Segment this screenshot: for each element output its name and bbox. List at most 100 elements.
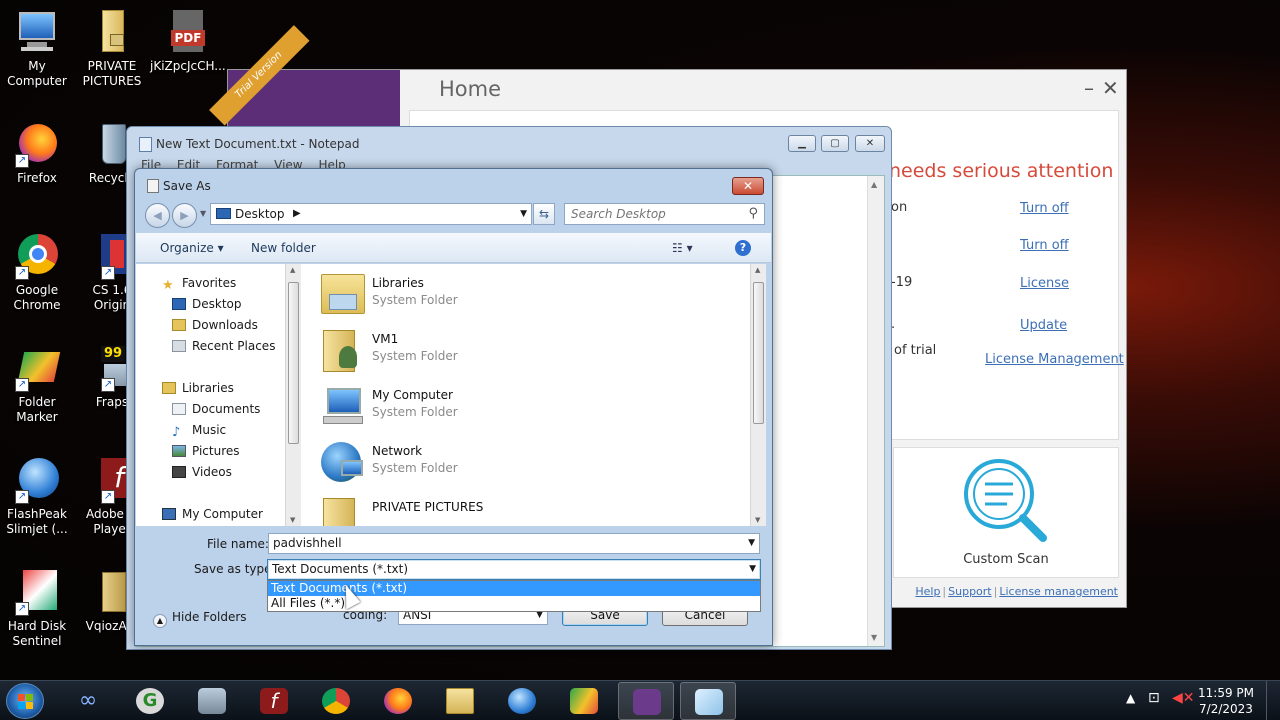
notepad-minimize-button[interactable]: ▁ [788, 135, 816, 152]
file-name-dropdown-icon[interactable]: ▼ [748, 534, 755, 553]
nav-desktop[interactable]: Desktop [172, 297, 242, 311]
nav-music-label: Music [192, 423, 227, 437]
navigation-scrollbar[interactable]: ▲ ▼ [285, 264, 301, 526]
nav-documents[interactable]: Documents [172, 402, 260, 416]
file-list-scrollbar[interactable]: ▲ ▼ [750, 264, 766, 526]
taskbar-app-fraps[interactable] [184, 682, 240, 720]
scan-magnifier-icon [964, 459, 1047, 542]
turn-off-link-1[interactable]: Turn off [1020, 201, 1069, 216]
refresh-button[interactable]: ⇆ [533, 203, 555, 225]
breadcrumb-arrow-icon[interactable]: ▶ [293, 204, 301, 224]
custom-scan-label: Custom Scan [963, 552, 1049, 567]
nav-favorites[interactable]: ★ Favorites [162, 276, 237, 293]
taskbar-app-chrome[interactable] [308, 682, 364, 720]
taskbar-app-firefox[interactable] [370, 682, 426, 720]
list-item[interactable]: PRIVATE PICTURES [319, 492, 719, 526]
taskbar-app-folder-marker[interactable] [556, 682, 612, 720]
pictures-icon [172, 445, 186, 457]
minimize-button[interactable]: – [1084, 76, 1094, 100]
license-management-link[interactable]: License Management [985, 352, 1124, 367]
show-desktop-button[interactable] [1266, 681, 1280, 720]
organize-label: Organize [160, 241, 214, 255]
address-desktop[interactable]: Desktop [235, 207, 285, 221]
desktop-icon-slimjet[interactable]: ↗ FlashPeak Slimjet (... [0, 458, 74, 537]
save-as-type-select[interactable]: Text Documents (*.txt) ▼ [267, 559, 761, 580]
taskbar-app-antivirus[interactable] [618, 682, 674, 720]
taskbar-app-notepad[interactable] [680, 682, 736, 720]
file-name: VM1 [372, 332, 399, 346]
nav-libraries[interactable]: Libraries [162, 381, 234, 395]
nav-downloads[interactable]: Downloads [172, 318, 258, 332]
computer-icon [162, 508, 176, 520]
nav-videos[interactable]: Videos [172, 465, 232, 479]
network-tray-icon[interactable]: ⊡ [1148, 690, 1160, 706]
file-name-label: File name: [207, 537, 269, 551]
hdsentinel-icon: ↗ [13, 570, 61, 616]
show-hidden-icons-icon[interactable]: ▲ [1126, 691, 1135, 705]
license-link[interactable]: License [1020, 276, 1069, 291]
help-link[interactable]: Help [915, 585, 940, 598]
clock-date: 7/2/2023 [1199, 702, 1253, 716]
custom-scan-tile[interactable]: Custom Scan [893, 447, 1119, 578]
forward-button[interactable]: ▶ [172, 203, 197, 228]
new-folder-button[interactable]: New folder [251, 241, 316, 255]
address-dropdown-icon[interactable]: ▼ [520, 204, 527, 224]
desktop-icon-folder-marker[interactable]: ↗ Folder Marker [0, 346, 74, 425]
recent-locations-chevron-icon[interactable]: ▼ [200, 209, 206, 218]
nav-pictures[interactable]: Pictures [172, 444, 240, 458]
notepad-maximize-button[interactable]: ▢ [821, 135, 849, 152]
list-item[interactable]: Libraries System Folder [319, 268, 719, 320]
desktop-icon-label: Folder Marker [16, 395, 58, 424]
desktop-icon-my-computer[interactable]: My Computer [0, 10, 74, 89]
nav-favorites-label: Favorites [182, 276, 237, 290]
navigation-pane: ★ Favorites Desktop Downloads Recent Plac… [136, 264, 285, 526]
notepad-close-button[interactable]: ✕ [855, 135, 885, 152]
desktop-icon-private-pictures[interactable]: PRIVATE PICTURES [75, 10, 149, 89]
list-item[interactable]: My Computer System Folder [319, 380, 719, 432]
command-bar: Organize ▾ New folder ☷ ▾ ? [136, 233, 771, 263]
desktop-icon-label: Google Chrome [13, 283, 61, 312]
taskbar-app-explorer[interactable] [432, 682, 488, 720]
nav-music[interactable]: ♪ Music [172, 423, 227, 440]
desktop-icon-firefox[interactable]: ↗ Firefox [0, 122, 74, 186]
pdf-icon: PDF [163, 10, 211, 56]
start-button[interactable] [6, 683, 44, 719]
taskbar-app-flash[interactable]: f [246, 682, 302, 720]
hide-folders-label: Hide Folders [172, 610, 247, 624]
nav-recent-places[interactable]: Recent Places [172, 339, 275, 353]
desktop-icon-pdf[interactable]: PDF jKiZpcJcCH... [150, 10, 226, 74]
help-icon[interactable]: ? [735, 240, 751, 256]
taskbar-app-link[interactable]: ∞ [60, 682, 116, 720]
taskbar-app-slimjet[interactable] [494, 682, 550, 720]
back-button[interactable]: ◀ [145, 203, 170, 228]
save-as-dialog: Save As ✕ ◀ ▶ ▼ Desktop ▶ ▼ ⇆ ⚲ Organize… [134, 168, 773, 646]
system-clock[interactable]: 11:59 PM 7/2/2023 [1196, 685, 1256, 717]
license-management-footer-link[interactable]: License management [999, 585, 1118, 598]
change-view-icon[interactable]: ☷ ▾ [672, 241, 693, 255]
desktop-icon-chrome[interactable]: ↗ Google Chrome [0, 234, 74, 313]
organize-button[interactable]: Organize ▾ [160, 241, 224, 255]
close-button[interactable]: ✕ [1102, 76, 1119, 100]
hide-folders-button[interactable]: ▲ Hide Folders [153, 610, 247, 628]
dialog-close-button[interactable]: ✕ [732, 177, 764, 195]
address-bar[interactable]: Desktop ▶ ▼ [210, 203, 532, 225]
taskbar: ∞ G f ▲ ⊡ ◀✕ 11:59 PM 7/2/2023 [0, 680, 1280, 720]
list-item[interactable]: VM1 System Folder [319, 324, 719, 376]
support-link[interactable]: Support [948, 585, 991, 598]
antivirus-footer: Help | Support | License management [915, 585, 1118, 598]
desktop-icon-hdsentinel[interactable]: ↗ Hard Disk Sentinel [0, 570, 74, 649]
file-name-field[interactable]: padvishhell ▼ [268, 533, 760, 554]
list-item[interactable]: Network System Folder [319, 436, 719, 488]
taskbar-app-g[interactable]: G [122, 682, 178, 720]
recent-places-icon [172, 340, 186, 352]
save-as-type-dropdown-icon[interactable]: ▼ [749, 560, 756, 579]
notepad-scrollbar[interactable]: ▲ ▼ [867, 176, 884, 646]
update-link[interactable]: Update [1020, 318, 1067, 333]
turn-off-link-2[interactable]: Turn off [1020, 238, 1069, 253]
search-input[interactable] [565, 204, 735, 224]
volume-muted-icon[interactable]: ◀✕ [1172, 690, 1195, 706]
search-icon[interactable]: ⚲ [748, 206, 758, 221]
search-box[interactable]: ⚲ [564, 203, 765, 225]
nav-my-computer[interactable]: My Computer [162, 507, 263, 521]
locked-folder-icon [88, 10, 136, 56]
